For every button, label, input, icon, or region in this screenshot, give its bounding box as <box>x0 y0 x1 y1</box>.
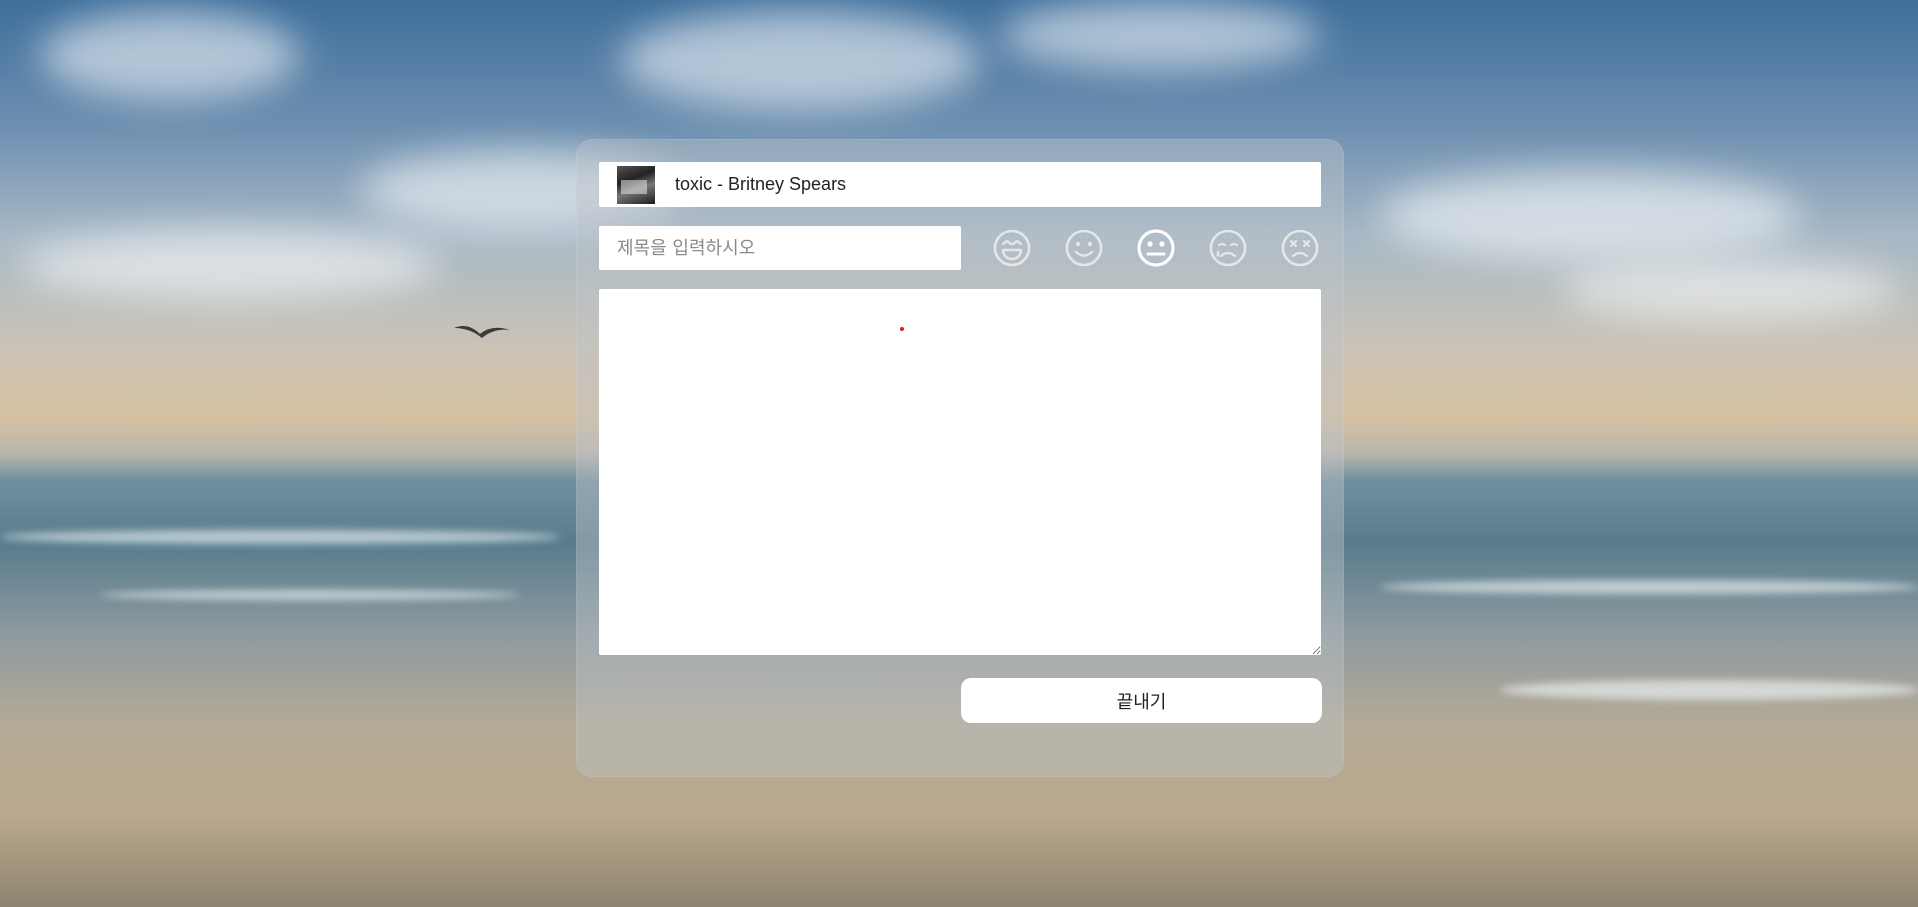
mood-smiling-button[interactable] <box>1061 225 1107 271</box>
crying-face-icon <box>1209 229 1247 267</box>
cloud-decoration <box>1000 0 1320 70</box>
cloud-decoration <box>1380 170 1800 260</box>
wave-decoration <box>1500 680 1918 700</box>
mood-dizzy-button[interactable] <box>1277 225 1323 271</box>
cloud-decoration <box>620 10 980 110</box>
smiling-face-icon <box>1065 229 1103 267</box>
album-art <box>617 165 655 204</box>
cursor-indicator <box>900 327 904 331</box>
cloud-decoration <box>1560 260 1900 320</box>
mood-crying-button[interactable] <box>1205 225 1251 271</box>
diary-entry-panel: toxic - Britney Spears 제목을 입력하시오 끝내기 <box>576 139 1344 777</box>
title-input[interactable] <box>599 226 961 270</box>
wave-decoration <box>100 590 520 600</box>
song-bar[interactable]: toxic - Britney Spears <box>599 162 1321 207</box>
laughing-face-icon <box>993 229 1031 267</box>
cloud-decoration <box>20 230 440 300</box>
mood-laughing-button[interactable] <box>989 225 1035 271</box>
mood-selector <box>989 225 1329 273</box>
dizzy-face-icon <box>1281 229 1319 267</box>
mood-neutral-button[interactable] <box>1133 225 1179 271</box>
cloud-decoration <box>40 10 300 100</box>
wave-decoration <box>1380 580 1918 594</box>
seagull-icon <box>454 326 510 338</box>
song-label: toxic - Britney Spears <box>675 174 847 194</box>
finish-button[interactable]: 끝내기 <box>961 678 1322 723</box>
wave-decoration <box>0 530 560 544</box>
memo-textarea[interactable] <box>599 289 1321 655</box>
neutral-face-icon <box>1137 229 1175 267</box>
